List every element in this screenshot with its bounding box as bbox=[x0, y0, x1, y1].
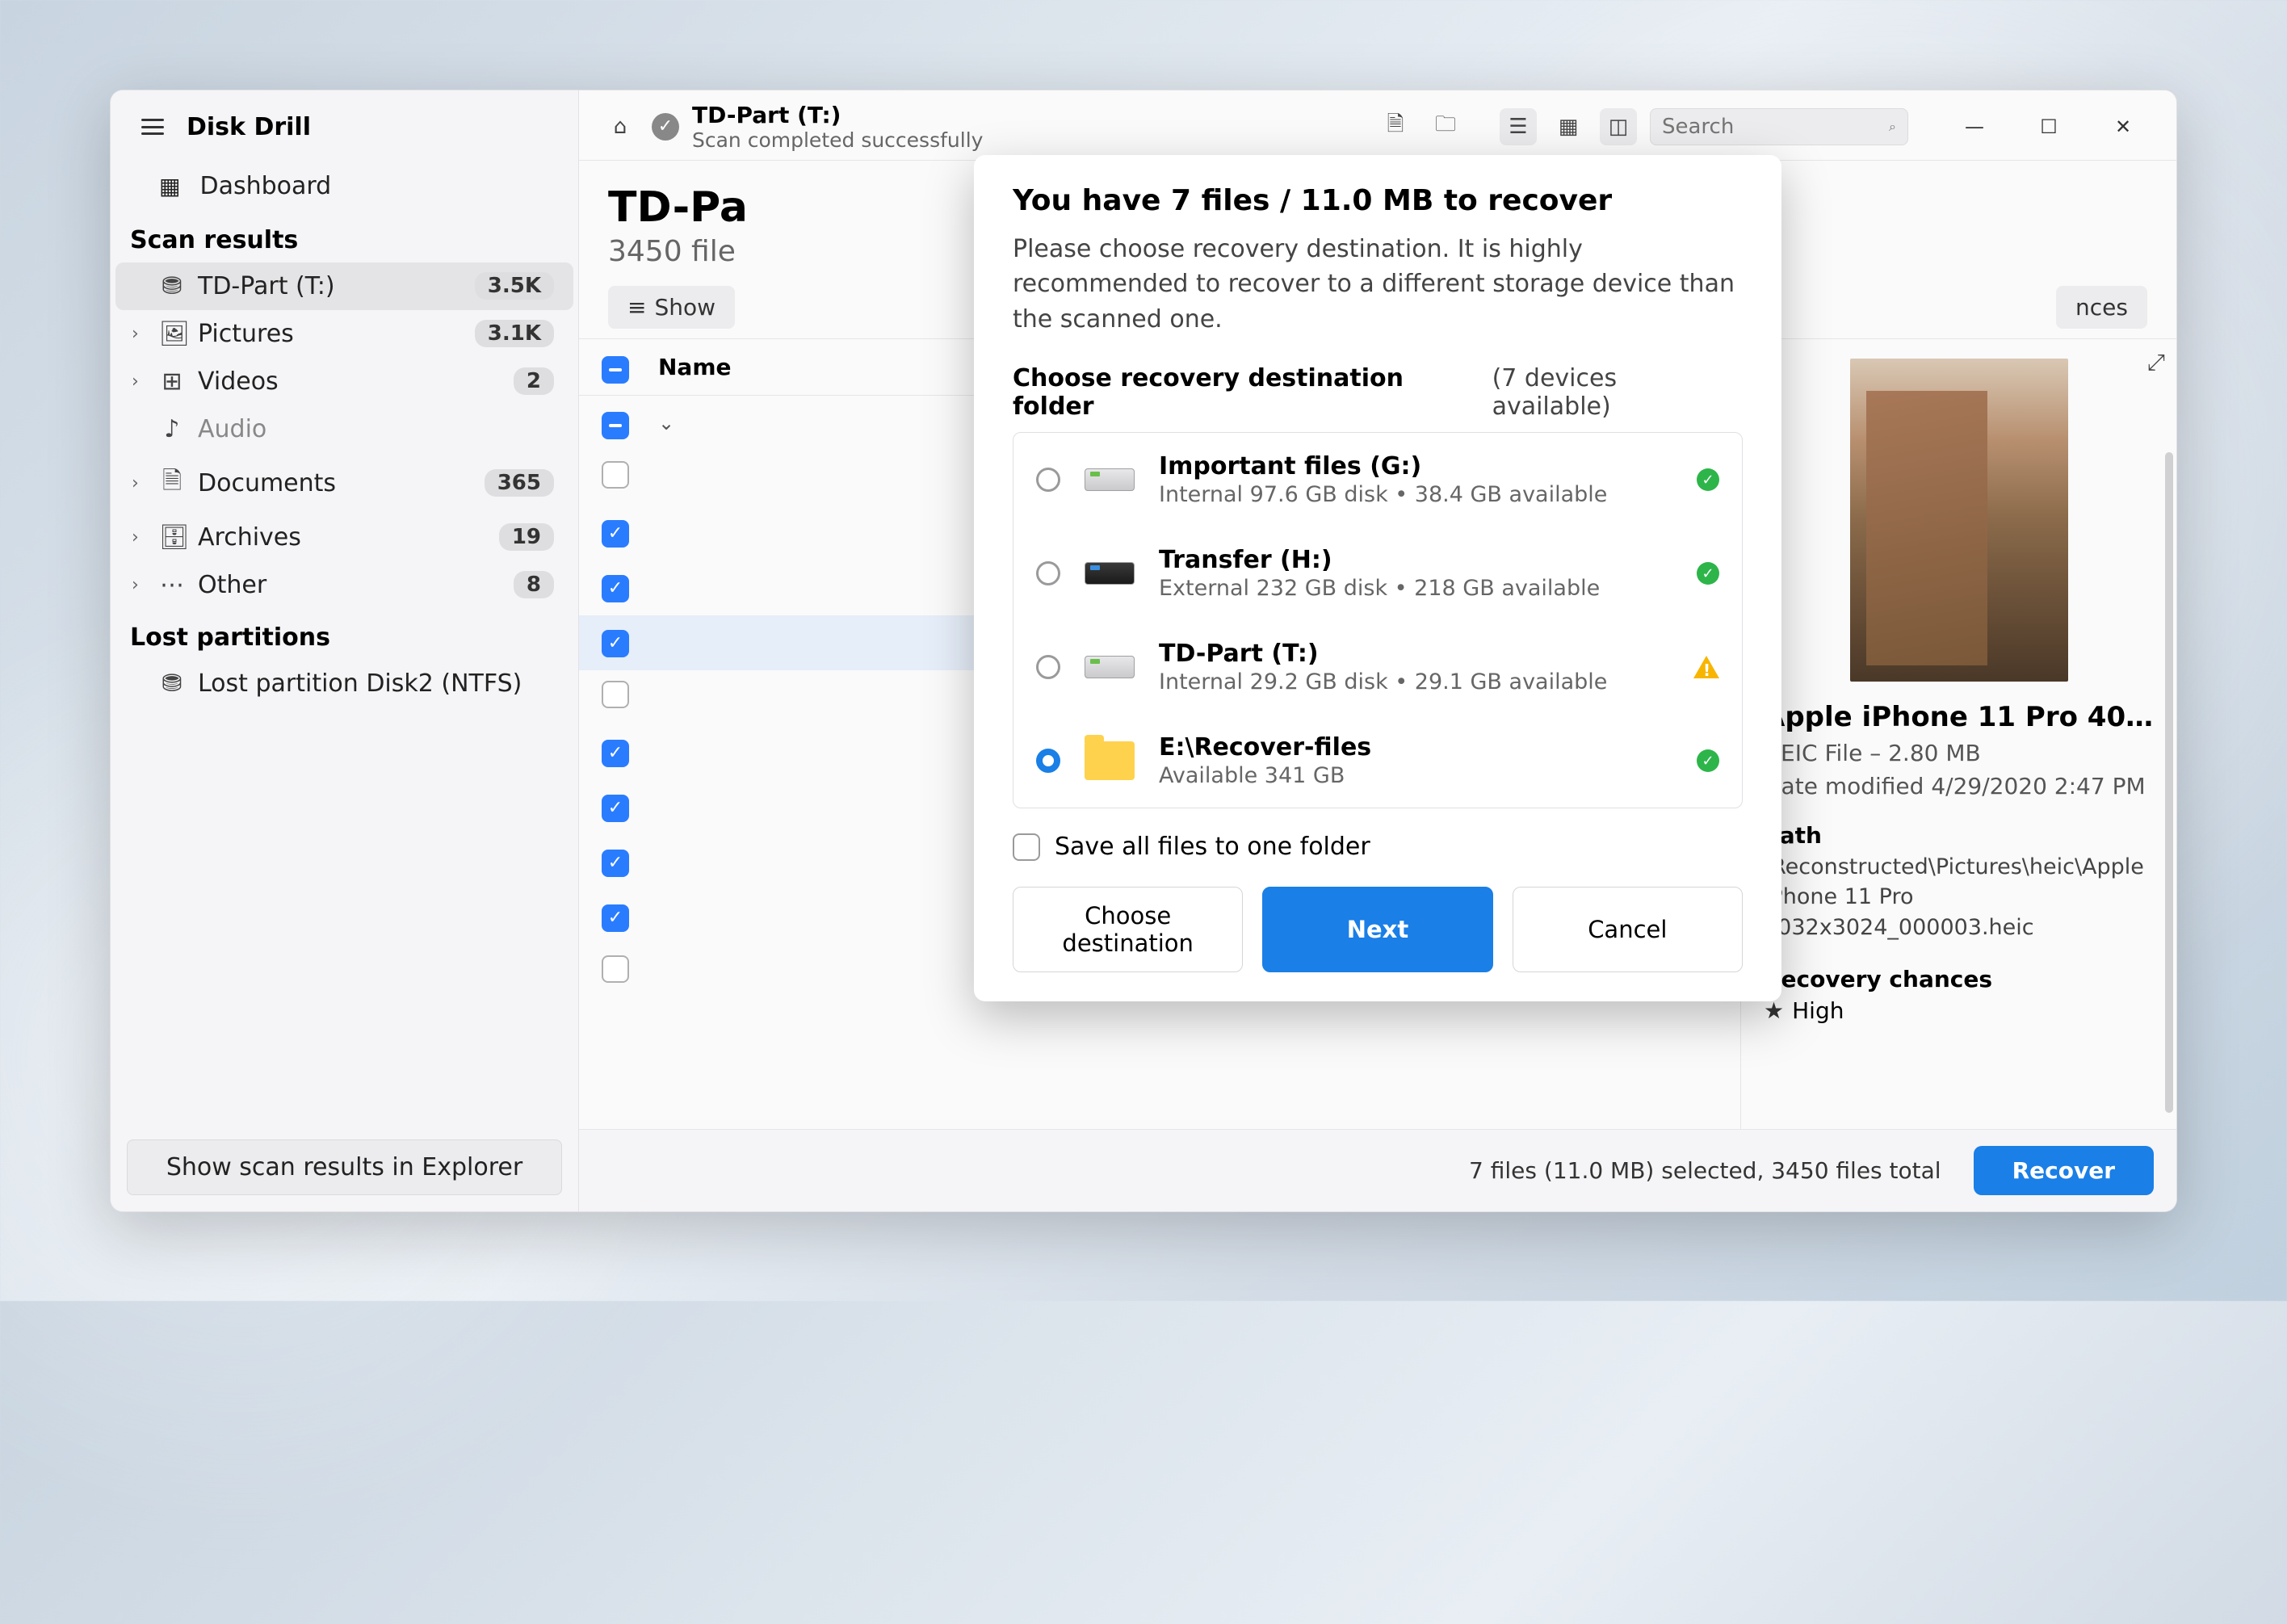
chevron-right-icon: › bbox=[132, 324, 146, 344]
destination-radio[interactable] bbox=[1036, 655, 1060, 679]
chevron-right-icon: › bbox=[132, 371, 146, 392]
devices-count: (7 devices available) bbox=[1492, 364, 1743, 421]
status-warning-icon bbox=[1693, 656, 1719, 678]
sidebar-item[interactable]: › ⊞ Videos 2 bbox=[115, 358, 573, 405]
picture-icon: 🖼 bbox=[159, 320, 185, 348]
destination-radio[interactable] bbox=[1036, 749, 1060, 773]
nav-dashboard-label: Dashboard bbox=[199, 172, 331, 200]
destination-row[interactable]: E:\Recover-files Available 341 GB ✓ bbox=[1013, 714, 1742, 808]
modal-backdrop: You have 7 files / 11.0 MB to recover Pl… bbox=[579, 90, 2176, 1211]
count-badge: 8 bbox=[514, 571, 554, 598]
destination-name: Important files (G:) bbox=[1159, 452, 1672, 480]
nav-dashboard[interactable]: ▦ Dashboard bbox=[111, 161, 578, 212]
sidebar-item[interactable]: › ⛃ TD-Part (T:) 3.5K bbox=[115, 262, 573, 310]
sidebar: Disk Drill ▦ Dashboard Scan results › ⛃ … bbox=[111, 90, 579, 1211]
menu-icon[interactable] bbox=[141, 119, 164, 135]
chevron-right-icon: › bbox=[132, 473, 146, 493]
destination-sub: Available 341 GB bbox=[1159, 763, 1672, 788]
archive-icon: 🗄 bbox=[159, 523, 185, 552]
next-button[interactable]: Next bbox=[1262, 887, 1492, 972]
video-icon: ⊞ bbox=[159, 367, 185, 396]
destination-row[interactable]: TD-Part (T:) Internal 29.2 GB disk • 29.… bbox=[1013, 620, 1742, 714]
count-badge: 2 bbox=[514, 367, 554, 395]
show-in-explorer-button[interactable]: Show scan results in Explorer bbox=[127, 1139, 562, 1195]
destination-sub: External 232 GB disk • 218 GB available bbox=[1159, 576, 1672, 601]
document-icon: 🗎 bbox=[159, 463, 185, 504]
lost-partition-item[interactable]: ⛃ Lost partition Disk2 (NTFS) bbox=[115, 660, 573, 707]
drive-icon bbox=[1085, 468, 1135, 491]
sidebar-item[interactable]: › 🗄 Archives 19 bbox=[115, 514, 573, 561]
count-badge: 365 bbox=[485, 469, 554, 497]
destination-list[interactable]: Important files (G:) Internal 97.6 GB di… bbox=[1013, 432, 1743, 808]
status-ok-icon: ✓ bbox=[1697, 749, 1719, 772]
drive-icon: ⛃ bbox=[159, 669, 185, 698]
sidebar-item[interactable]: › ♪ Audio bbox=[115, 405, 573, 453]
sidebar-item-label: Other bbox=[198, 571, 501, 599]
destination-radio[interactable] bbox=[1036, 468, 1060, 492]
destination-sub: Internal 29.2 GB disk • 29.1 GB availabl… bbox=[1159, 669, 1669, 695]
sidebar-item[interactable]: › 🗎 Documents 365 bbox=[115, 453, 573, 514]
sidebar-item[interactable]: › ⋯ Other 8 bbox=[115, 561, 573, 609]
app-name: Disk Drill bbox=[187, 113, 311, 141]
chevron-right-icon: › bbox=[132, 527, 146, 548]
count-badge: 3.5K bbox=[475, 272, 554, 300]
modal-title: You have 7 files / 11.0 MB to recover bbox=[1013, 184, 1743, 217]
external-drive-icon bbox=[1085, 562, 1135, 585]
grid-icon: ▦ bbox=[159, 173, 180, 199]
sidebar-item-label: TD-Part (T:) bbox=[198, 272, 462, 300]
drive-icon: ⛃ bbox=[159, 272, 185, 300]
sidebar-item-label: Audio bbox=[198, 415, 554, 443]
sidebar-item-label: Archives bbox=[198, 523, 486, 552]
destination-name: TD-Part (T:) bbox=[1159, 640, 1669, 668]
destination-sub: Internal 97.6 GB disk • 38.4 GB availabl… bbox=[1159, 482, 1672, 507]
destination-name: E:\Recover-files bbox=[1159, 733, 1672, 762]
count-badge: 19 bbox=[499, 523, 554, 551]
destination-row[interactable]: Important files (G:) Internal 97.6 GB di… bbox=[1013, 433, 1742, 527]
choose-destination-label: Choose recovery destination folder bbox=[1013, 364, 1492, 421]
sidebar-item-label: Documents bbox=[198, 469, 472, 497]
status-ok-icon: ✓ bbox=[1697, 468, 1719, 491]
sidebar-item[interactable]: › 🖼 Pictures 3.1K bbox=[115, 310, 573, 358]
app-window: Disk Drill ▦ Dashboard Scan results › ⛃ … bbox=[110, 90, 2177, 1212]
destination-name: Transfer (H:) bbox=[1159, 546, 1672, 574]
sidebar-item-label: Videos bbox=[198, 367, 501, 396]
cancel-button[interactable]: Cancel bbox=[1513, 887, 1743, 972]
count-badge: 3.1K bbox=[475, 320, 554, 347]
drive-icon bbox=[1085, 656, 1135, 678]
destination-row[interactable]: Transfer (H:) External 232 GB disk • 218… bbox=[1013, 527, 1742, 620]
modal-description: Please choose recovery destination. It i… bbox=[1013, 232, 1743, 338]
scan-results-heading: Scan results bbox=[111, 212, 578, 262]
lost-partitions-heading: Lost partitions bbox=[111, 609, 578, 660]
chevron-right-icon: › bbox=[132, 575, 146, 595]
recovery-destination-modal: You have 7 files / 11.0 MB to recover Pl… bbox=[974, 155, 1781, 1002]
main: ⌂ ✓ TD-Part (T:) Scan completed successf… bbox=[579, 90, 2176, 1211]
other-icon: ⋯ bbox=[159, 571, 185, 599]
status-ok-icon: ✓ bbox=[1697, 562, 1719, 585]
folder-icon bbox=[1085, 741, 1135, 780]
sidebar-item-label: Pictures bbox=[198, 320, 462, 348]
save-one-folder-option[interactable]: Save all files to one folder bbox=[1013, 833, 1743, 861]
audio-icon: ♪ bbox=[159, 415, 185, 443]
choose-destination-button[interactable]: Choose destination bbox=[1013, 887, 1243, 972]
save-one-checkbox[interactable] bbox=[1013, 833, 1040, 861]
destination-radio[interactable] bbox=[1036, 561, 1060, 585]
